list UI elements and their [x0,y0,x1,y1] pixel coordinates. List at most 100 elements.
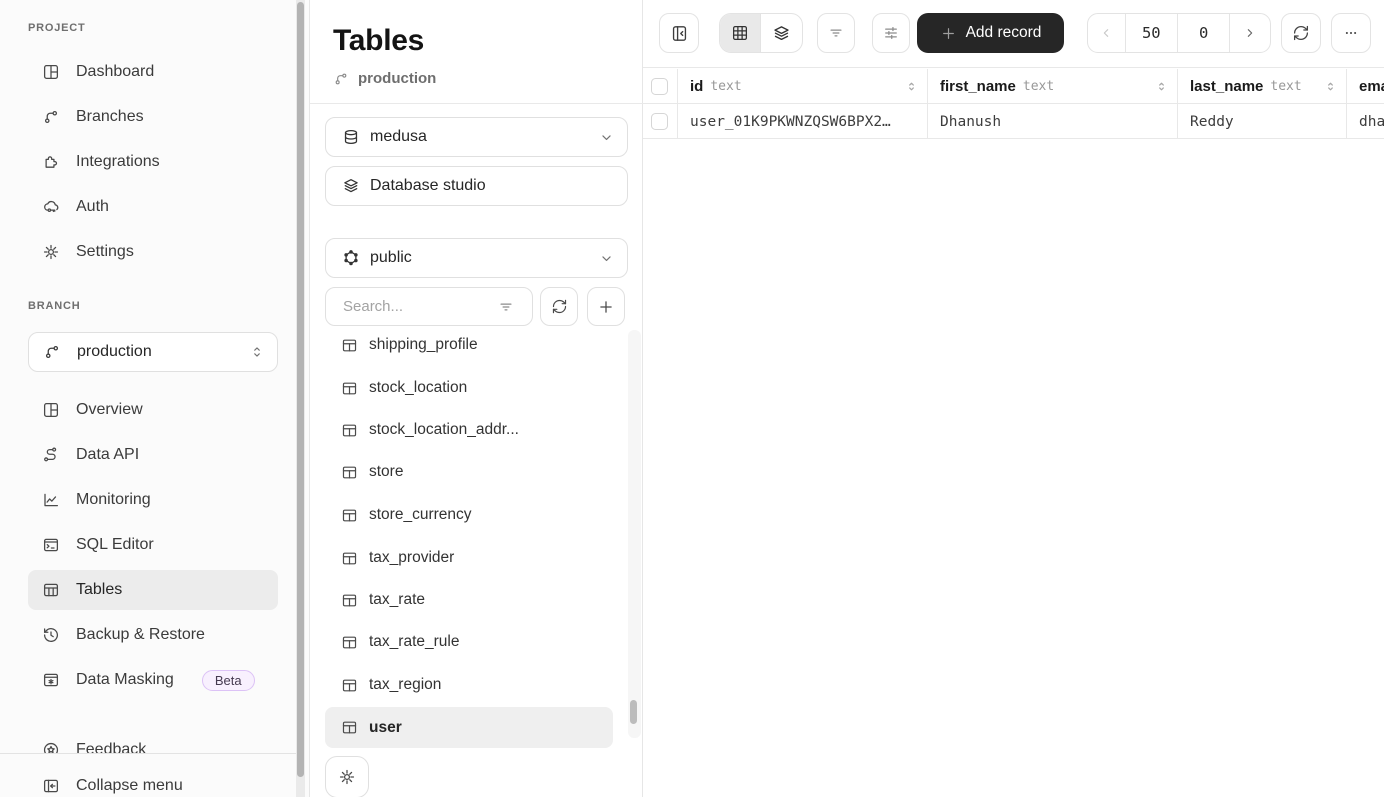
page-offset-field[interactable]: 0 [1177,14,1229,52]
sidebar-item-settings[interactable]: Settings [28,232,278,272]
sidebar-item-label: Auth [76,198,109,215]
column-header-last-name[interactable]: last_name text [1178,69,1347,104]
sidebar-item-data-masking[interactable]: Data Masking Beta [28,660,278,700]
table-list-item[interactable]: stock_location [325,372,613,404]
table-list-item[interactable]: store_currency [325,499,613,531]
schema-selector[interactable]: public [325,238,628,278]
panel-branch-name: production [358,70,437,87]
sidebar-item-backup-restore[interactable]: Backup & Restore [28,615,278,655]
sidebar-item-integrations[interactable]: Integrations [28,142,278,182]
data-grid-area: Add record 50 0 id text first_name text … [643,0,1384,797]
sidebar-item-sql-editor[interactable]: SQL Editor [28,525,278,565]
collapse-menu-label: Collapse menu [76,777,183,794]
table-icon [341,507,358,524]
sidebar-item-label: Monitoring [76,491,151,508]
grid-data-row[interactable]: user_01K9PKWNZQSW6BPX2… Dhanush Reddy dh… [643,104,1384,139]
table-icon [42,581,60,599]
table-list-item[interactable]: store [325,456,613,488]
branch-selector[interactable]: production [28,332,278,372]
page-offset-value: 0 [1199,24,1209,42]
sidebar-item-dashboard[interactable]: Dashboard [28,52,278,92]
table-list-item[interactable]: tax_region [325,669,613,701]
divider [310,103,643,104]
table-list-item[interactable]: shipping_profile [325,329,613,361]
table-name: tax_rate [369,591,426,608]
search-input[interactable] [341,297,495,316]
grid-view-button[interactable] [720,14,762,52]
cell-email[interactable]: dha [1347,104,1384,139]
project-section-label: PROJECT [28,22,86,34]
sidebar-item-branches[interactable]: Branches [28,97,278,137]
sidebar-scrollbar-thumb[interactable] [297,2,304,777]
table-list-item[interactable]: tax_rate_rule [325,626,613,658]
dashboard-icon [42,63,60,81]
row-checkbox[interactable] [651,113,668,130]
page-size-field[interactable]: 50 [1124,14,1177,52]
table-list-item-selected[interactable]: user [325,707,613,748]
sidebar-item-tables[interactable]: Tables [28,570,278,610]
column-name: id [690,78,704,95]
schema-icon [342,249,360,267]
adjustments-button[interactable] [872,13,910,53]
table-list-item[interactable]: stock_location_addr... [325,414,613,446]
sidebar-item-label: Dashboard [76,63,155,80]
database-selector[interactable]: medusa [325,117,628,157]
table-list-item[interactable]: tax_rate [325,584,613,616]
panel-settings-button[interactable] [325,756,369,797]
panel-branch-row: production [333,70,436,87]
collapse-menu-button[interactable]: Collapse menu [28,766,278,797]
branch-selector-value: production [77,343,152,360]
table-name: tax_provider [369,549,455,566]
cell-last-name[interactable]: Reddy [1178,104,1347,139]
sort-icon[interactable] [905,80,918,93]
collapse-panel-button[interactable] [659,13,699,53]
app-window: PROJECT Dashboard Branches Integrations … [0,0,1384,797]
table-list-item[interactable]: tax_provider [325,542,613,574]
table-icon [341,592,358,609]
cell-first-name[interactable]: Dhanush [928,104,1178,139]
next-page-button[interactable] [1229,14,1270,52]
column-type: text [1270,79,1302,94]
page-title: Tables [333,24,425,57]
select-all-checkbox[interactable] [651,78,668,95]
table-list-scrollbar-thumb[interactable] [630,700,637,724]
sidebar-item-overview[interactable]: Overview [28,390,278,430]
layers-view-button[interactable] [761,14,802,52]
refresh-grid-button[interactable] [1281,13,1321,53]
masking-icon [42,671,60,689]
column-header-first-name[interactable]: first_name text [928,69,1178,104]
cloud-key-icon [42,198,60,216]
more-options-button[interactable] [1331,13,1371,53]
panel-collapse-icon [670,24,689,43]
sort-icon[interactable] [1155,80,1168,93]
database-studio-label: Database studio [370,177,486,194]
cell-value: dha [1359,113,1384,130]
filter-icon [827,24,845,42]
column-name: first_name [940,78,1016,95]
refresh-icon [1292,24,1310,42]
sidebar-item-data-api[interactable]: Data API [28,435,278,475]
filter-button[interactable] [817,13,855,53]
column-header-id[interactable]: id text [678,69,928,104]
plus-icon [940,25,957,42]
sidebar-item-auth[interactable]: Auth [28,187,278,227]
sidebar-item-monitoring[interactable]: Monitoring [28,480,278,520]
database-studio-button[interactable]: Database studio [325,166,628,206]
sidebar-item-label: SQL Editor [76,536,154,553]
column-name: last_name [1190,78,1264,95]
column-header-email[interactable]: ema [1347,69,1384,104]
refresh-tables-button[interactable] [540,287,578,326]
table-list-scrollbar-track[interactable] [628,330,641,738]
prev-page-button[interactable] [1088,14,1125,52]
table-name: tax_rate_rule [369,633,460,650]
add-record-button[interactable]: Add record [917,13,1064,53]
cell-id[interactable]: user_01K9PKWNZQSW6BPX2… [678,104,928,139]
table-icon [341,380,358,397]
sidebar: PROJECT Dashboard Branches Integrations … [0,0,310,797]
table-icon [341,550,358,567]
chevron-left-icon [1098,25,1114,41]
sort-icon[interactable] [1324,80,1337,93]
database-selector-value: medusa [370,128,427,145]
table-icon [341,422,358,439]
add-table-button[interactable] [587,287,625,326]
